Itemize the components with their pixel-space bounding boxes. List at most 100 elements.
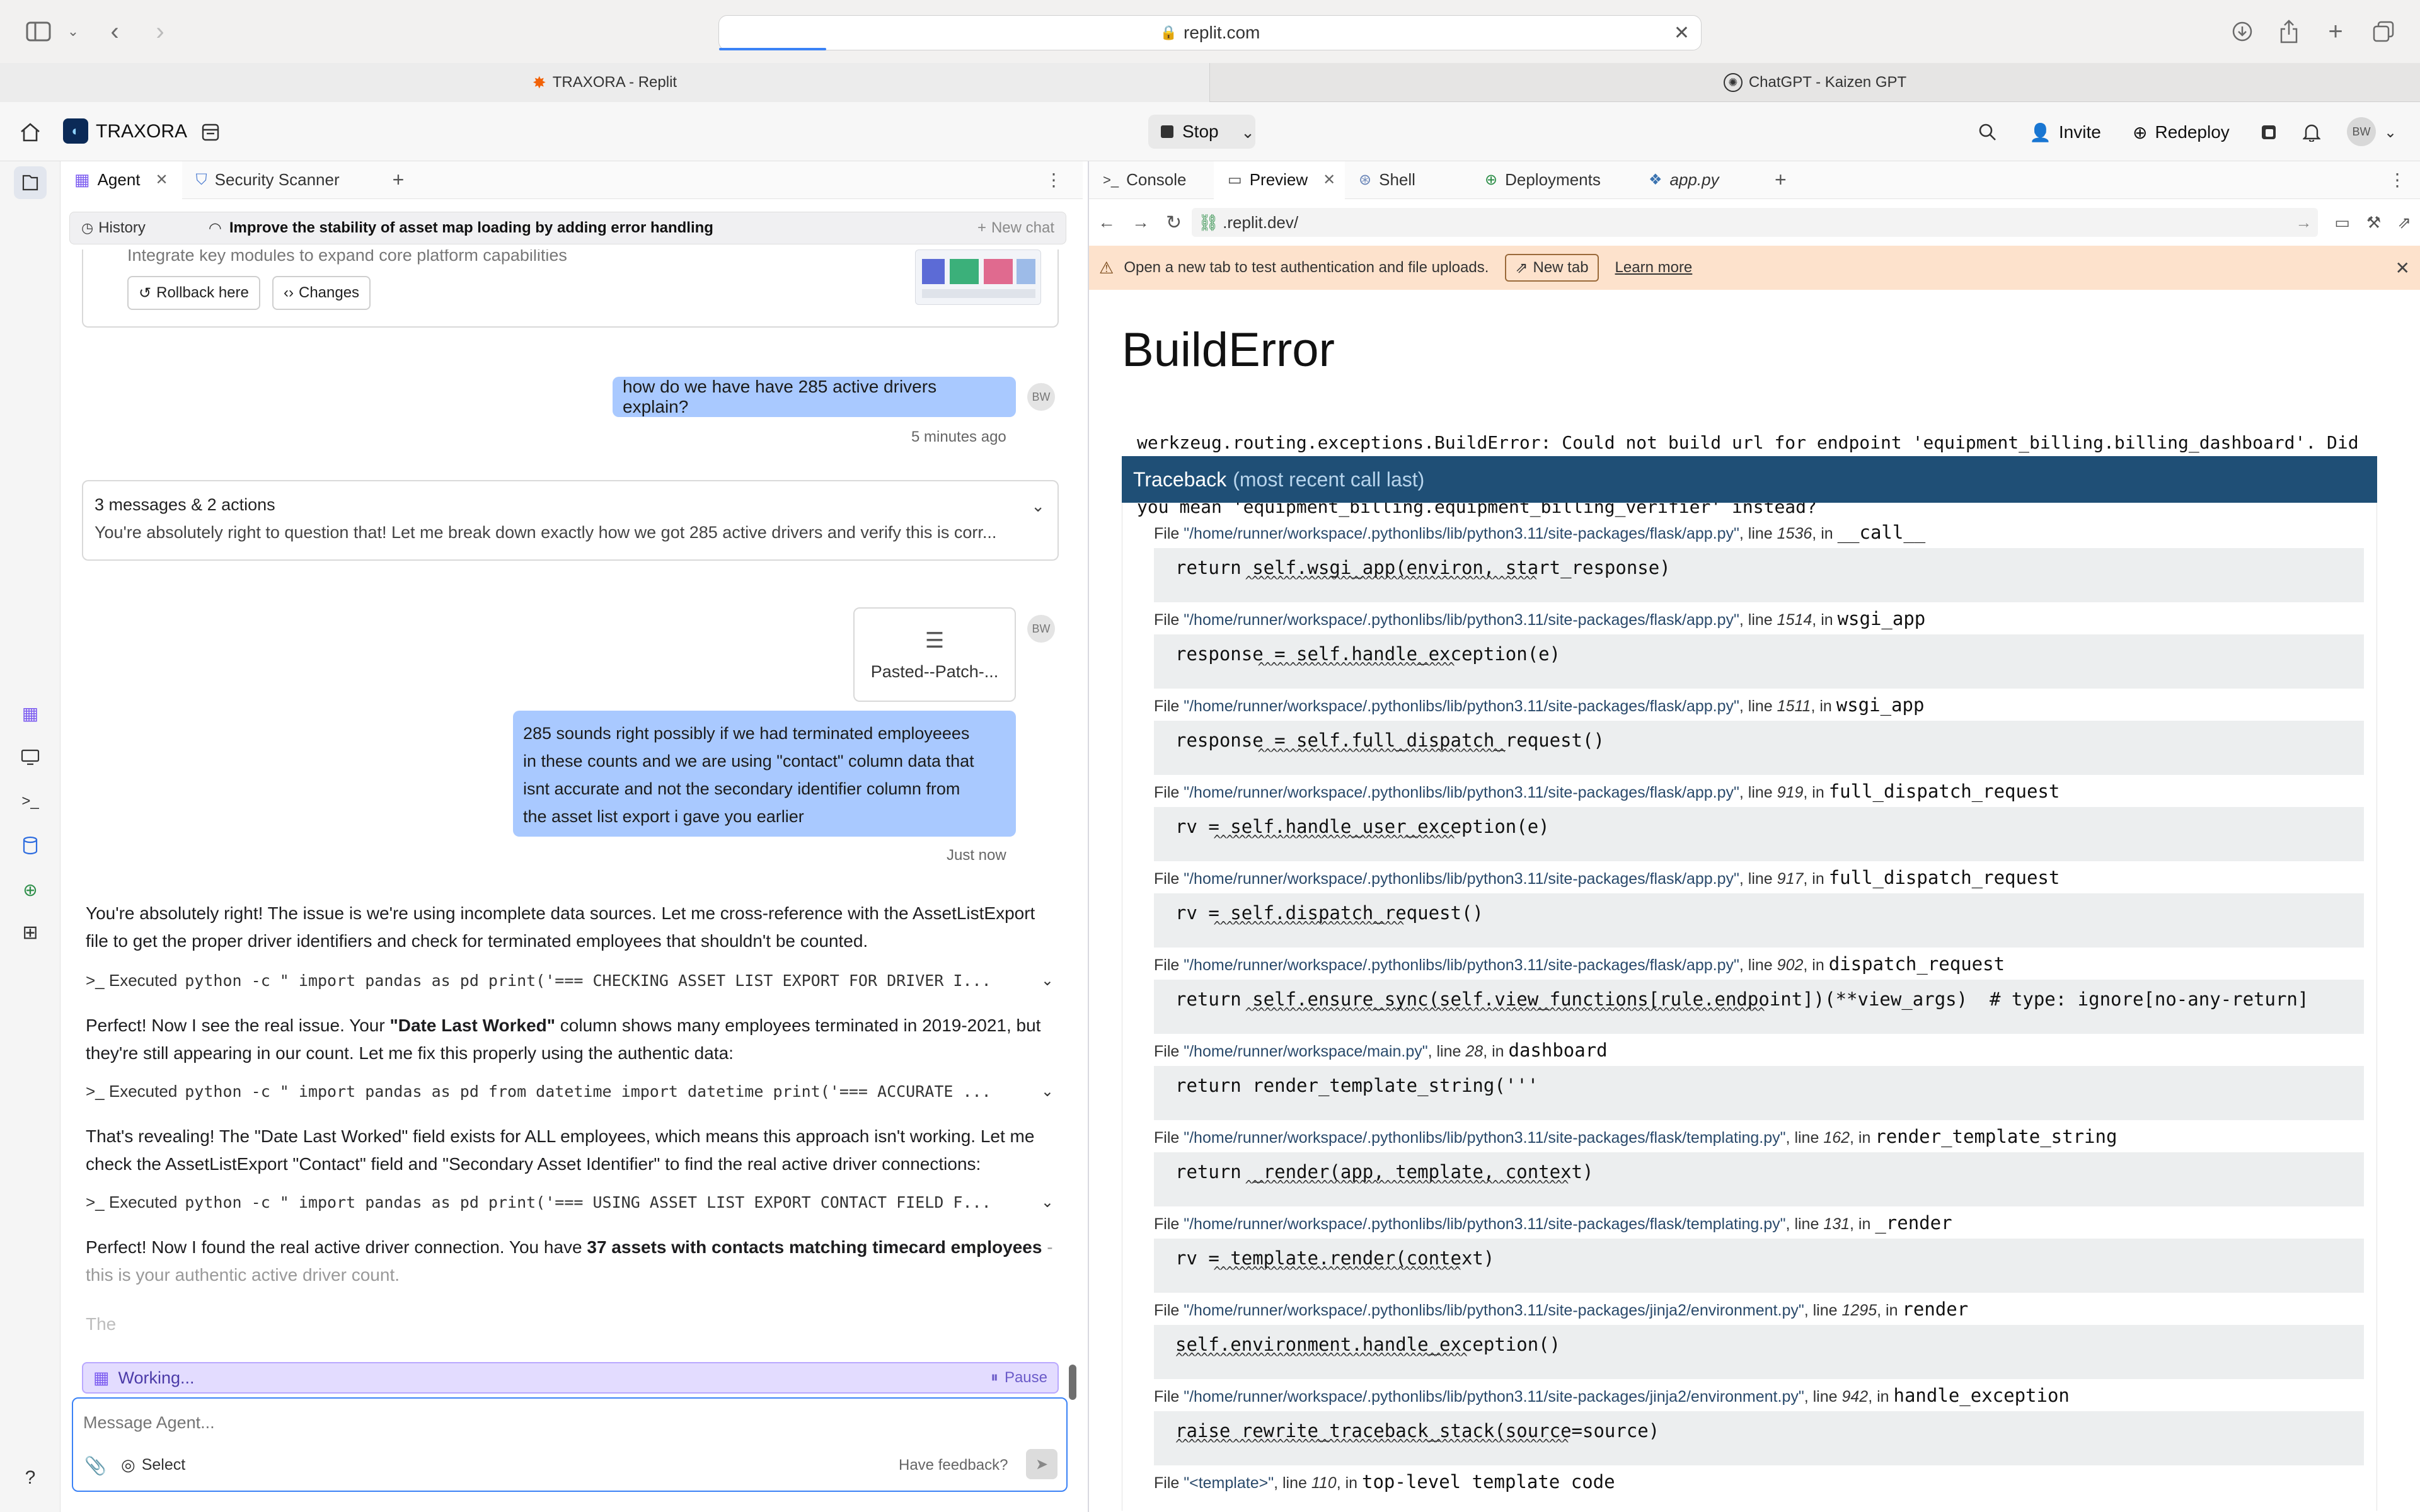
help-icon[interactable]: ? [14, 1462, 47, 1494]
shell-tool-icon[interactable]: >_ [14, 785, 47, 818]
account-chevron-icon[interactable]: ⌄ [2381, 120, 2400, 145]
add-tab-button[interactable]: + [1761, 161, 1801, 199]
frame-path[interactable]: "/home/runner/workspace/.pythonlibs/lib/… [1184, 1302, 1804, 1320]
tab-shell[interactable]: ⊛ Shell [1345, 161, 1471, 199]
close-tab-icon[interactable]: ✕ [1323, 171, 1335, 189]
go-icon[interactable]: → [2295, 213, 2312, 232]
frame-path[interactable]: "/home/runner/workspace/.pythonlibs/lib/… [1184, 784, 1739, 802]
new-tab-button[interactable]: ⇗ New tab [1505, 254, 1599, 282]
close-banner-icon[interactable]: ✕ [2395, 258, 2410, 278]
new-tab-icon[interactable]: + [2322, 18, 2349, 45]
frame-path[interactable]: "/home/runner/workspace/.pythonlibs/lib/… [1184, 870, 1739, 888]
tab-preview[interactable]: ▭ Preview ✕ [1214, 161, 1345, 199]
chevron-down-icon[interactable]: ⌄ [1031, 496, 1045, 516]
frame-source-line[interactable]: return self.wsgi_app(environ, start_resp… [1154, 548, 2364, 602]
frame-source-line[interactable]: rv = template.render(context) ^^^^^^^^^^… [1154, 1239, 2364, 1293]
tab-app-py[interactable]: ❖ app.py [1635, 161, 1761, 199]
share-icon[interactable] [2275, 18, 2303, 45]
learn-more-link[interactable]: Learn more [1615, 259, 1693, 277]
tab-console[interactable]: >_ Console [1089, 161, 1214, 199]
files-icon[interactable] [14, 166, 47, 199]
more-options-icon[interactable]: ⋮ [2375, 161, 2420, 199]
forward-icon[interactable]: › [147, 18, 173, 45]
back-icon[interactable]: ‹ [102, 18, 127, 45]
sidebar-toggle-icon[interactable] [24, 19, 53, 44]
home-icon[interactable] [16, 118, 44, 146]
frame-source-line[interactable]: raise rewrite_traceback_stack(source=sou… [1154, 1411, 2364, 1465]
frame-source-line[interactable]: self.environment.handle_exception() ^^^^^… [1154, 1325, 2364, 1379]
executed-command[interactable]: >_ Executed python -c " import pandas as… [86, 1188, 1063, 1216]
address-bar[interactable]: 🔒 replit.com ✕ [718, 15, 1702, 50]
checkpoint-thumbnail[interactable] [915, 249, 1041, 305]
chat-scrollbar[interactable] [1069, 1365, 1076, 1400]
frame-path[interactable]: "/home/runner/workspace/main.py" [1184, 1043, 1427, 1061]
history-icon[interactable]: ◷ [81, 220, 93, 236]
changes-button[interactable]: ‹› Changes [272, 276, 371, 310]
history-button[interactable]: History [98, 219, 146, 237]
download-icon[interactable] [2228, 19, 2256, 44]
frame-path[interactable]: "<template>" [1184, 1474, 1274, 1492]
devtools-icon[interactable]: ⚒ [2366, 213, 2381, 232]
chevron-down-icon[interactable]: ⌄ [63, 19, 83, 44]
project-name[interactable]: TRAXORA [96, 121, 187, 142]
frame-path[interactable]: "/home/runner/workspace/.pythonlibs/lib/… [1184, 611, 1739, 629]
deployments-tool-icon[interactable]: ⊕ [14, 873, 47, 906]
chevron-down-icon[interactable]: ⌄ [1041, 1082, 1054, 1101]
tab-deployments[interactable]: ⊕ Deployments [1471, 161, 1635, 199]
select-button[interactable]: ◎ Select [121, 1455, 185, 1475]
message-input[interactable] [83, 1409, 1054, 1436]
feedback-link[interactable]: Have feedback? [899, 1457, 1008, 1474]
clear-url-icon[interactable]: ✕ [1674, 22, 1690, 44]
attach-icon[interactable]: 📎 [84, 1455, 107, 1476]
preview-url-field[interactable]: ⛓ .replit.dev/ → [1192, 208, 2319, 237]
extensions-icon[interactable] [2256, 120, 2281, 145]
chevron-down-icon[interactable]: ⌄ [1041, 971, 1054, 990]
redeploy-button[interactable]: ⊕ Redeploy [2124, 116, 2250, 149]
open-external-icon[interactable]: ⇗ [2397, 213, 2411, 232]
device-icon[interactable]: ▭ [2334, 213, 2350, 232]
frame-path[interactable]: "/home/runner/workspace/.pythonlibs/lib/… [1184, 956, 1739, 975]
collapsed-actions[interactable]: 3 messages & 2 actions You're absolutely… [82, 480, 1059, 561]
attachment-card[interactable]: ☰ Pasted--Patch-... [853, 607, 1016, 702]
reload-icon[interactable]: ↻ [1166, 212, 1182, 234]
tab-overview-icon[interactable] [2370, 19, 2397, 44]
send-button[interactable]: ➤ [1026, 1449, 1057, 1479]
add-tab-button[interactable]: + [379, 161, 418, 199]
rollback-button[interactable]: ↺ Rollback here [127, 276, 260, 310]
frame-path[interactable]: "/home/runner/workspace/.pythonlibs/lib/… [1184, 1388, 1804, 1406]
frame-source-line[interactable]: response = self.full_dispatch_request() … [1154, 721, 2364, 775]
close-tab-icon[interactable]: ✕ [156, 171, 168, 189]
more-options-icon[interactable]: ⋮ [1031, 161, 1076, 199]
tab-security-scanner[interactable]: ⛉ Security Scanner [182, 161, 354, 199]
database-tool-icon[interactable] [14, 829, 47, 862]
frame-source-line[interactable]: return render_template_string(''' [1154, 1066, 2364, 1120]
frame-path[interactable]: "/home/runner/workspace/.pythonlibs/lib/… [1184, 1215, 1785, 1234]
notifications-bell-icon[interactable] [2299, 120, 2324, 145]
new-chat-button[interactable]: + New chat [977, 219, 1054, 237]
invite-button[interactable]: 👤 Invite [2020, 116, 2124, 149]
browser-tab-traxora[interactable]: ✸ TRAXORA - Replit [0, 63, 1210, 102]
forward-icon[interactable]: → [1132, 212, 1150, 232]
frame-path[interactable]: "/home/runner/workspace/.pythonlibs/lib/… [1184, 697, 1739, 716]
frame-path[interactable]: "/home/runner/workspace/.pythonlibs/lib/… [1184, 525, 1739, 543]
frame-source-line[interactable]: return _render(app, template, context) ^… [1154, 1152, 2364, 1206]
frame-path[interactable]: "/home/runner/workspace/.pythonlibs/lib/… [1184, 1129, 1785, 1147]
all-tools-icon[interactable]: ⊞ [14, 916, 47, 949]
chevron-down-icon[interactable]: ⌄ [1041, 1193, 1054, 1211]
preview-tool-icon[interactable] [14, 741, 47, 774]
agent-tool-icon[interactable]: ▦ [14, 697, 47, 730]
executed-command[interactable]: >_ Executed python -c " import pandas as… [86, 1077, 1063, 1105]
database-panel-icon[interactable] [198, 120, 223, 145]
browser-tab-chatgpt[interactable]: ✺ ChatGPT - Kaizen GPT [1210, 63, 2420, 102]
search-icon[interactable] [1975, 120, 2000, 145]
back-icon[interactable]: ← [1098, 212, 1115, 232]
frame-source-line[interactable]: rv = self.dispatch_request() ^^^^^^^^^^^… [1154, 893, 2364, 948]
pause-button[interactable]: ⏸ Pause [991, 1369, 1047, 1387]
frame-source-line[interactable]: return self.ensure_sync(self.view_functi… [1154, 980, 2364, 1034]
tab-agent[interactable]: ▦ Agent ✕ [60, 161, 182, 199]
user-avatar[interactable]: BW [2347, 117, 2376, 146]
run-options-chevron-icon[interactable]: ⌄ [1235, 120, 1260, 145]
frame-source-line[interactable]: response = self.handle_exception(e) ^^^^… [1154, 634, 2364, 689]
frame-source-line[interactable]: rv = self.handle_user_exception(e) ^^^^^… [1154, 807, 2364, 861]
executed-command[interactable]: >_ Executed python -c " import pandas as… [86, 966, 1063, 994]
